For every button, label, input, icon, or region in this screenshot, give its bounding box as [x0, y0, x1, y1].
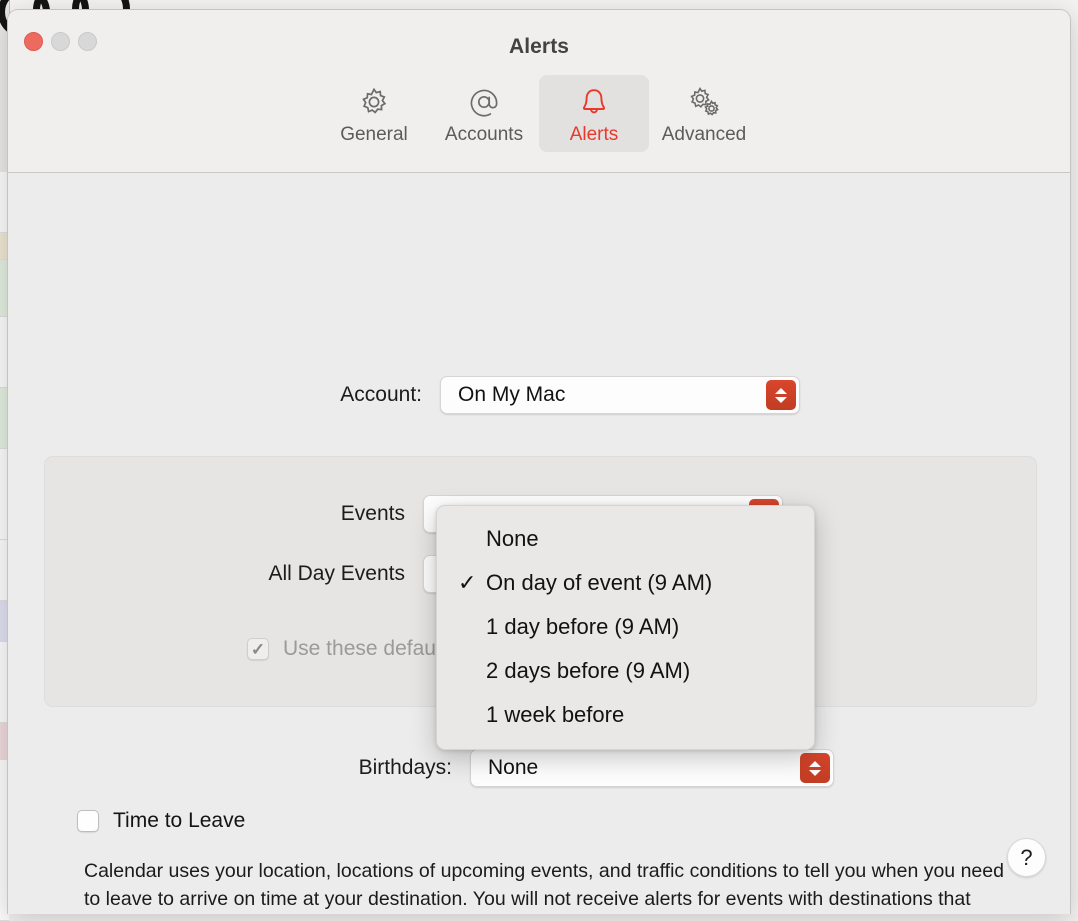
birthdays-popup-button[interactable]: None [470, 749, 834, 787]
window-title: Alerts [508, 35, 570, 58]
bell-icon [577, 83, 611, 121]
account-popup-stepper-icon [766, 380, 796, 410]
menu-item-1-week-before-label: 1 week before [486, 702, 625, 727]
time-to-leave-description: Calendar uses your location, locations o… [84, 860, 1004, 910]
tab-advanced-label: Advanced [661, 124, 747, 145]
birthdays-label: Birthdays: [358, 756, 452, 779]
checkmark-icon: ✓ [250, 639, 266, 659]
alerts-preferences-pane: Account: On My Mac Events All Day Events… [8, 173, 1070, 914]
birthdays-row: Birthdays: None [320, 749, 834, 787]
account-label: Account: [340, 383, 422, 406]
time-to-leave-row[interactable]: Time to Leave [77, 809, 245, 833]
use-defaults-checkbox[interactable]: ✓ [247, 638, 269, 660]
tab-alerts[interactable]: Alerts [539, 75, 649, 152]
tab-alerts-label: Alerts [569, 124, 619, 145]
account-popup-value: On My Mac [458, 383, 566, 406]
menu-checkmark-icon: ✓ [458, 570, 477, 595]
double-gear-icon [686, 83, 722, 121]
account-row: Account: On My Mac [304, 376, 800, 414]
window-titlebar: Alerts General Accounts Alerts Advanced [8, 10, 1070, 173]
birthdays-popup-value: None [488, 756, 539, 779]
menu-item-2-days-before-label: 2 days before (9 AM) [486, 658, 691, 683]
menu-item-1-day-before-label: 1 day before (9 AM) [486, 614, 680, 639]
at-sign-icon [467, 83, 501, 121]
tab-general[interactable]: General [319, 75, 429, 152]
tab-accounts[interactable]: Accounts [429, 75, 539, 152]
menu-item-1-week-before[interactable]: 1 week before [437, 693, 814, 737]
all-day-events-label: All Day Events [268, 562, 405, 585]
tab-advanced[interactable]: Advanced [649, 75, 759, 152]
tab-accounts-label: Accounts [444, 124, 524, 145]
menu-item-2-days-before[interactable]: 2 days before (9 AM) [437, 649, 814, 693]
events-alert-dropdown-menu: None ✓ On day of event (9 AM) 1 day befo… [436, 505, 815, 750]
menu-item-none[interactable]: None [437, 517, 814, 561]
menu-item-on-day-of-event[interactable]: ✓ On day of event (9 AM) [437, 561, 814, 605]
time-to-leave-checkbox[interactable] [77, 810, 99, 832]
time-to-leave-label: Time to Leave [113, 809, 246, 832]
account-popup-button[interactable]: On My Mac [440, 376, 800, 414]
menu-item-none-label: None [486, 526, 539, 551]
menu-item-1-day-before[interactable]: 1 day before (9 AM) [437, 605, 814, 649]
birthdays-popup-stepper-icon [800, 753, 830, 783]
preferences-toolbar: General Accounts Alerts Advanced [8, 75, 1070, 152]
calendar-preferences-window: Alerts General Accounts Alerts Advanced … [7, 9, 1071, 914]
menu-item-on-day-of-event-label: On day of event (9 AM) [486, 570, 713, 595]
tab-general-label: General [340, 124, 408, 145]
help-button[interactable]: ? [1007, 838, 1046, 877]
gear-icon [357, 83, 391, 121]
events-label: Events [340, 502, 405, 525]
